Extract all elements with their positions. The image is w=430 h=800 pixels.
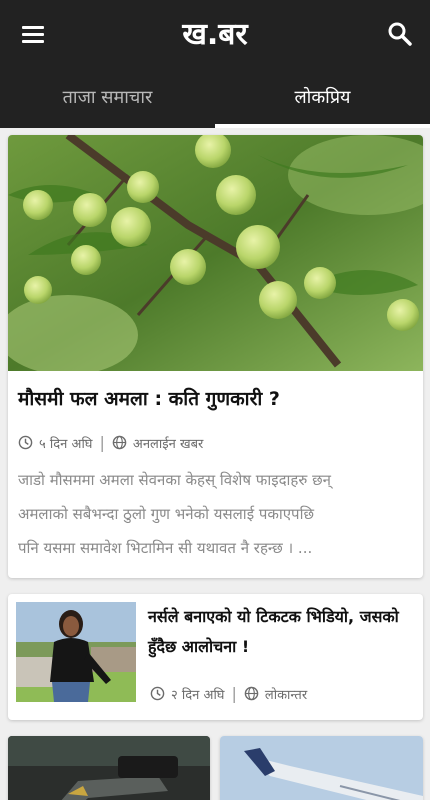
article-image-amla: [8, 135, 423, 371]
article-card[interactable]: नर्सले बनाएको यो टिकटक भिडियो, जसको हुँद…: [8, 594, 423, 720]
app-title: ख.बर: [182, 17, 248, 52]
article-headline[interactable]: मौसमी फल अमला : कति गुणकारी ?: [18, 385, 413, 413]
clock-icon: [18, 435, 33, 450]
article-excerpt: जाडो मौसममा अमला सेवनका केहस् विशेष फाइद…: [18, 463, 418, 565]
globe-icon: [244, 686, 259, 701]
clock-icon: [150, 686, 165, 701]
article-time: २ दिन अघि: [171, 687, 225, 703]
article-image-airplane: [220, 736, 423, 800]
article-time: ५ दिन अघि: [39, 436, 93, 452]
featured-article-card[interactable]: मौसमी फल अमला : कति गुणकारी ? ५ दिन अघि …: [8, 135, 423, 578]
app-bar: ख.बर ताजा समाचार लोकप्रिय: [0, 0, 430, 128]
globe-icon: [112, 435, 127, 450]
article-source: अनलाईन खबर: [132, 436, 204, 452]
meta-divider: |: [99, 433, 105, 452]
article-source: लोकान्तर: [264, 687, 308, 703]
excerpt-line: पनि यसमा समावेश भिटामिन सी यथावत नै रहन्…: [18, 539, 313, 557]
tab-bar: ताजा समाचार लोकप्रिय: [0, 72, 430, 128]
article-image-fuel-nozzle: [8, 736, 210, 800]
article-thumbnail: [16, 602, 136, 702]
article-card[interactable]: [220, 736, 423, 800]
tab-latest-news[interactable]: ताजा समाचार: [0, 72, 215, 128]
article-meta: २ दिन अघि | लोकान्तर: [150, 684, 307, 703]
article-meta: ५ दिन अघि | अनलाईन खबर: [18, 433, 203, 452]
excerpt-line: अमलाको सबैभन्दा ठुलो गुण भनेको यसलाई पका…: [18, 505, 314, 523]
meta-divider: |: [231, 684, 237, 703]
tab-popular[interactable]: लोकप्रिय: [215, 72, 430, 128]
search-icon[interactable]: [386, 20, 414, 48]
article-headline[interactable]: नर्सले बनाएको यो टिकटक भिडियो, जसको हुँद…: [148, 602, 416, 662]
article-card[interactable]: [8, 736, 210, 800]
excerpt-line: जाडो मौसममा अमला सेवनका केहस् विशेष फाइद…: [18, 471, 331, 489]
